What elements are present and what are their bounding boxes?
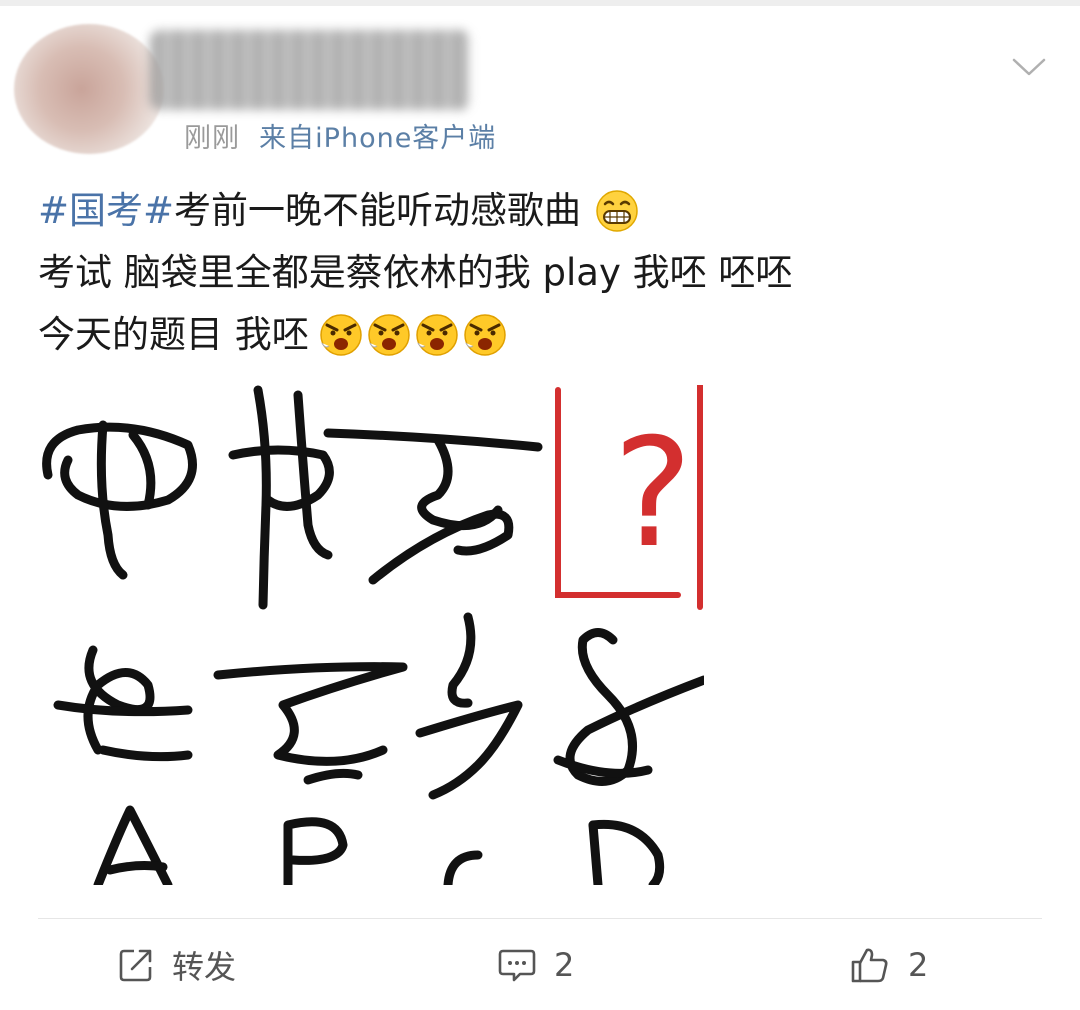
post-line-3: 今天的题目 我呸 xyxy=(38,304,792,366)
post-line-1: #国考# 考前一晚不能听动感歌曲 xyxy=(38,180,792,242)
repost-icon xyxy=(119,949,152,982)
scribble-stroke xyxy=(447,612,476,708)
top-divider xyxy=(0,0,1080,6)
post-meta: 刚刚 来自iPhone客户端 xyxy=(184,116,496,155)
avatar[interactable] xyxy=(14,24,164,154)
angry-face-emoji-icon xyxy=(320,314,362,356)
post-line-2: 考试 脑袋里全都是蔡依林的我 play 我呸 呸呸 xyxy=(38,251,793,294)
letter-a-stroke xyxy=(105,861,168,875)
comment-button[interactable]: 2 xyxy=(498,942,574,988)
scribble-stroke xyxy=(415,700,523,800)
scribble-stroke xyxy=(83,645,155,755)
angry-face-emoji-icon xyxy=(464,314,506,356)
post-time: 刚刚 xyxy=(184,123,240,154)
letter-b-stroke xyxy=(283,817,348,885)
scribble-stroke xyxy=(293,390,333,560)
scribble-stroke xyxy=(96,420,128,580)
post-line-1-text: 考前一晚不能听动感歌曲 xyxy=(174,189,582,232)
chevron-down-icon[interactable] xyxy=(1012,56,1046,78)
grinning-face-emoji-icon xyxy=(596,190,638,232)
comment-count: 2 xyxy=(554,946,575,984)
post-source[interactable]: 来自iPhone客户端 xyxy=(259,123,496,154)
thumbs-up-icon xyxy=(851,948,888,983)
letter-c-stroke xyxy=(443,850,483,885)
comment-icon xyxy=(498,949,536,982)
post-line-3-text: 今天的题目 我呸 xyxy=(38,313,309,356)
scribble-stroke xyxy=(565,628,704,786)
question-mark: ? xyxy=(613,407,693,581)
scribble-stroke xyxy=(98,745,193,762)
scribble-stroke xyxy=(303,768,363,785)
hashtag-link[interactable]: #国考# xyxy=(38,180,174,242)
post-text: #国考# 考前一晚不能听动感歌曲 考试 脑袋里全都是蔡依林的我 play 我呸 … xyxy=(38,180,792,366)
angry-face-emoji-icon xyxy=(416,314,458,356)
letter-d-stroke xyxy=(588,820,603,885)
scribble-stroke xyxy=(323,428,543,452)
action-divider xyxy=(38,918,1042,919)
like-count: 2 xyxy=(908,946,929,984)
scribble-stroke xyxy=(228,445,334,511)
angry-emoji-group xyxy=(315,313,507,357)
scribble-stroke xyxy=(42,422,197,511)
letter-d-stroke xyxy=(588,819,665,885)
sketch-image[interactable]: ? xyxy=(38,385,704,885)
like-button[interactable]: 2 xyxy=(850,942,928,988)
repost-label: 转发 xyxy=(172,948,237,986)
angry-face-emoji-icon xyxy=(368,314,410,356)
scribble-stroke xyxy=(213,662,408,766)
repost-button[interactable]: 转发 xyxy=(118,942,236,988)
scribble-stroke xyxy=(128,430,156,510)
username-blurred[interactable] xyxy=(150,30,470,110)
